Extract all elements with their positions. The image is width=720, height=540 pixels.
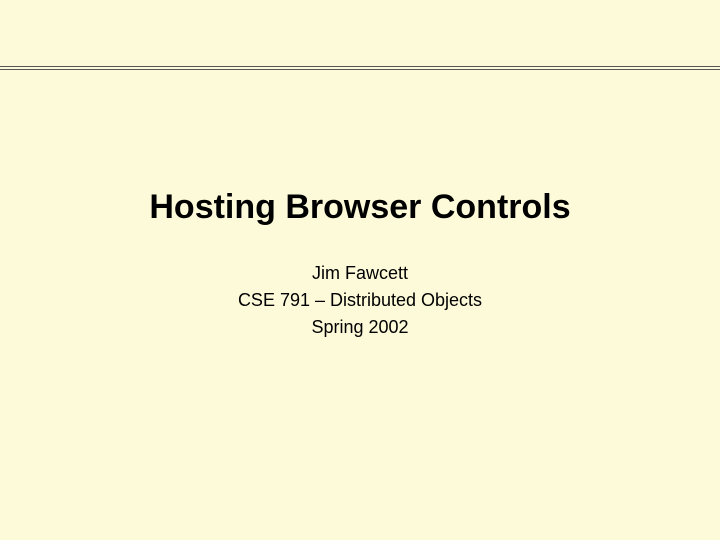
author-line: Jim Fawcett: [0, 260, 720, 287]
slide-title: Hosting Browser Controls: [0, 188, 720, 227]
term-line: Spring 2002: [0, 314, 720, 341]
horizontal-rule: [0, 66, 720, 70]
course-line: CSE 791 – Distributed Objects: [0, 287, 720, 314]
subtitle-block: Jim Fawcett CSE 791 – Distributed Object…: [0, 260, 720, 341]
